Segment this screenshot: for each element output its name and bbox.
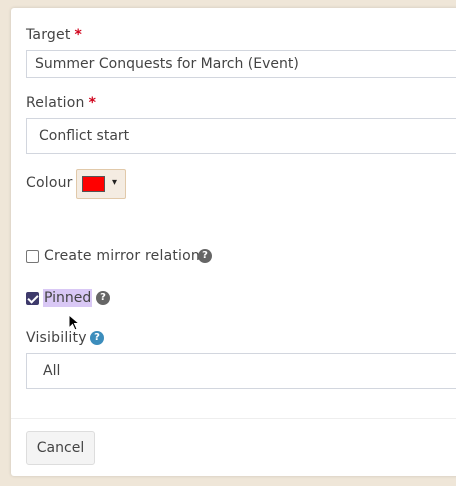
required-mark: * <box>88 95 97 111</box>
visibility-label: Visibility <box>26 330 87 346</box>
help-icon[interactable]: ? <box>90 331 104 345</box>
footer-divider <box>11 418 456 419</box>
required-mark: * <box>74 27 83 43</box>
target-select-value: Summer Conquests for March (Event) <box>35 56 299 72</box>
modal-panel <box>11 8 456 476</box>
target-select[interactable]: Summer Conquests for March (Event) <box>26 50 456 78</box>
target-label: Target * <box>26 27 83 43</box>
help-icon[interactable]: ? <box>96 291 110 305</box>
mirror-label[interactable]: Create mirror relation <box>44 248 200 264</box>
visibility-select-value: All <box>43 363 61 379</box>
visibility-select[interactable]: All <box>26 353 456 389</box>
colour-swatch <box>82 176 105 192</box>
relation-input[interactable]: Conflict start <box>26 118 456 154</box>
help-icon[interactable]: ? <box>198 249 212 263</box>
relation-label: Relation * <box>26 95 97 111</box>
relation-input-value: Conflict start <box>39 128 130 144</box>
pinned-label[interactable]: Pinned <box>43 289 93 307</box>
caret-down-icon: ▾ <box>112 177 118 188</box>
cancel-button[interactable]: Cancel <box>26 431 95 465</box>
colour-picker-button[interactable]: ▾ <box>76 169 126 199</box>
mirror-checkbox[interactable] <box>26 250 39 263</box>
colour-label: Colour <box>26 175 73 191</box>
pinned-checkbox[interactable] <box>26 292 39 305</box>
